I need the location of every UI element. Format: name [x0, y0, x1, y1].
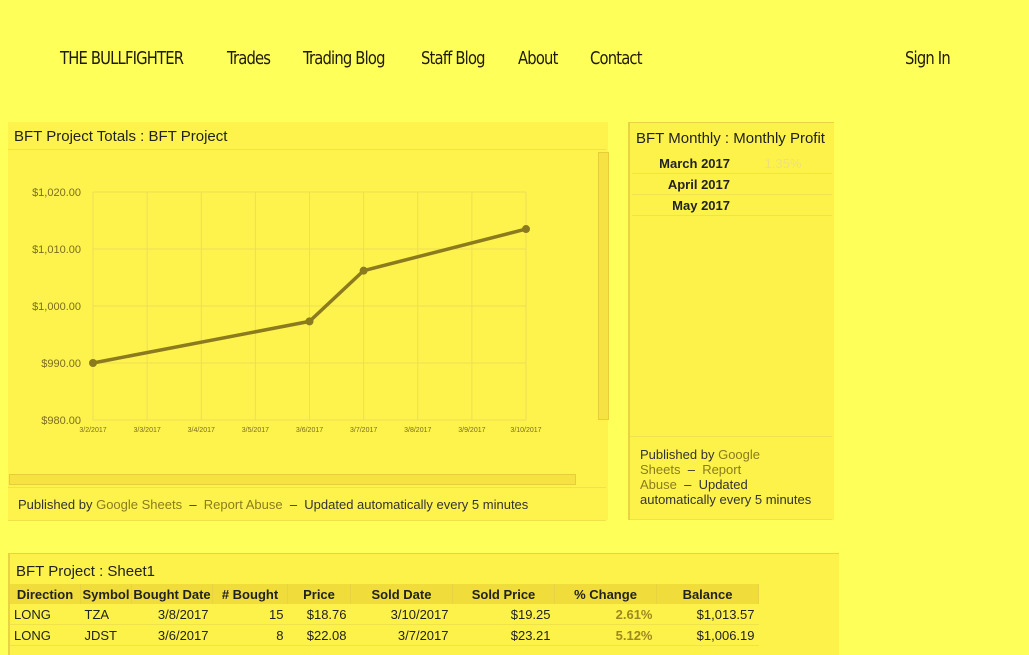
bought-count-cell: 8 — [212, 624, 288, 646]
nav-contact[interactable]: Contact — [590, 48, 643, 69]
x-tick-label: 3/4/2017 — [188, 427, 215, 434]
update-note: Updated automatically every 5 minutes — [304, 497, 529, 512]
sold-price-cell: $23.21 — [452, 624, 555, 646]
column-header[interactable]: Balance — [656, 584, 759, 604]
chart-titlebar: BFT Project Totals : BFT Project — [8, 122, 606, 150]
change-cell: 5.12% — [554, 624, 657, 646]
x-tick-label: 3/6/2017 — [296, 427, 323, 434]
separator: – — [687, 462, 695, 477]
abuse-word: Abuse — [640, 477, 677, 492]
month-cell: May 2017 — [632, 194, 734, 216]
symbol-cell: JDST — [80, 624, 132, 646]
column-header[interactable]: Direction — [10, 584, 81, 604]
symbol-cell: TZA — [80, 604, 132, 625]
separator: – — [189, 497, 197, 512]
sold-date-cell: 3/10/2017 — [350, 604, 453, 625]
column-header[interactable]: Sold Date — [350, 584, 453, 604]
x-tick-label: 3/8/2017 — [404, 427, 431, 434]
sign-in-link[interactable]: Sign In — [905, 48, 951, 69]
report-word: Report — [702, 462, 742, 477]
chart-publish-bar: Published by Google Sheets – Report Abus… — [8, 487, 606, 521]
y-tick-label: $990.00 — [41, 358, 81, 370]
table-row: April 2017 — [632, 173, 832, 195]
price-cell: $18.76 — [287, 604, 351, 625]
profit-cell: 1.35% — [734, 153, 832, 174]
vertical-scrollbar[interactable] — [598, 152, 609, 420]
y-tick-label: $1,010.00 — [32, 244, 81, 256]
x-tick-label: 3/9/2017 — [458, 427, 485, 434]
google-word: Google — [718, 447, 760, 462]
y-tick-label: $980.00 — [41, 415, 81, 427]
update-note: Updated — [698, 477, 748, 492]
sheet-panel-title: BFT Project : Sheet1 — [16, 563, 155, 580]
nav-staff-blog[interactable]: Staff Blog — [421, 48, 486, 69]
nav-trades[interactable]: Trades — [227, 48, 271, 69]
published-by-label: Published by — [640, 447, 715, 462]
column-header[interactable]: Bought Date — [131, 584, 213, 604]
column-header[interactable]: Price — [287, 584, 351, 604]
month-cell: April 2017 — [632, 173, 734, 195]
monthly-embed: BFT Monthly : Monthly Profit March 2017 … — [628, 122, 834, 520]
table-row: March 2017 1.35% — [632, 153, 832, 174]
price-cell: $22.08 — [287, 624, 351, 646]
monthly-table: March 2017 1.35% April 2017 May 2017 — [632, 153, 832, 216]
separator: – — [684, 477, 692, 492]
chart-publish-text: Published by Google Sheets – Report Abus… — [18, 497, 528, 512]
column-header[interactable]: Sold Price — [452, 584, 555, 604]
top-nav: THE BULLFIGHTER Trades Trading Blog Staf… — [0, 44, 1029, 78]
table-row: May 2017 — [632, 194, 832, 216]
brand-link[interactable]: THE BULLFIGHTER — [60, 48, 184, 69]
published-by-label: Published by — [18, 497, 93, 512]
data-point — [305, 317, 314, 326]
month-cell: March 2017 — [632, 153, 734, 174]
chart-panel-title: BFT Project Totals : BFT Project — [14, 128, 228, 145]
chart-embed: BFT Project Totals : BFT Project $980.00… — [8, 122, 609, 521]
separator: – — [289, 497, 298, 512]
report-abuse-link[interactable]: Report Abuse — [204, 497, 283, 512]
profit-cell — [734, 173, 832, 195]
column-header[interactable]: % Change — [554, 584, 657, 604]
bought-count-cell: 15 — [212, 604, 288, 625]
line-chart: $980.00 $990.00 $1,000.00 $1,010.00 $1,020.0… — [32, 187, 542, 434]
balance-cell: $1,006.19 — [656, 624, 759, 646]
x-tick-label: 3/7/2017 — [350, 427, 377, 434]
profit-cell — [734, 194, 832, 216]
horizontal-scrollbar[interactable] — [9, 474, 576, 485]
direction-cell: LONG — [10, 604, 81, 625]
column-header[interactable]: # Bought — [212, 584, 288, 604]
update-note-2: automatically every 5 minutes — [640, 492, 812, 507]
trades-table: Direction Symbol Bought Date # Bought Pr… — [10, 584, 759, 646]
table-row: LONG TZA 3/8/2017 15 $18.76 3/10/2017 $1… — [10, 604, 759, 625]
x-tick-label: 3/2/2017 — [79, 427, 106, 434]
column-header[interactable]: Symbol — [80, 584, 132, 604]
bought-date-cell: 3/6/2017 — [131, 624, 213, 646]
table-header-row: Direction Symbol Bought Date # Bought Pr… — [10, 584, 759, 604]
sheet-embed: BFT Project : Sheet1 Direction Symbol Bo… — [8, 553, 839, 655]
sold-date-cell: 3/7/2017 — [350, 624, 453, 646]
bought-date-cell: 3/8/2017 — [131, 604, 213, 625]
x-tick-label: 3/10/2017 — [510, 427, 541, 434]
nav-about[interactable]: About — [518, 48, 558, 69]
y-tick-label: $1,000.00 — [32, 301, 81, 313]
monthly-panel-title: BFT Monthly : Monthly Profit — [636, 130, 825, 147]
direction-cell: LONG — [10, 624, 81, 646]
balance-cell: $1,013.57 — [656, 604, 759, 625]
x-tick-label: 3/3/2017 — [134, 427, 161, 434]
change-cell: 2.61% — [554, 604, 657, 625]
y-tick-label: $1,020.00 — [32, 187, 81, 199]
data-point — [359, 266, 368, 275]
data-point — [522, 225, 530, 234]
sold-price-cell: $19.25 — [452, 604, 555, 625]
data-point — [89, 359, 97, 367]
nav-trading-blog[interactable]: Trading Blog — [303, 48, 385, 69]
monthly-publish-bar: Published by Google Sheets – Report Abuse … — [630, 436, 832, 520]
sheets-word: Sheets — [640, 462, 681, 477]
monthly-publish-text: Published by Google Sheets – Report Abuse … — [640, 447, 820, 507]
google-sheets-link[interactable]: Google Sheets — [96, 497, 182, 512]
x-tick-label: 3/5/2017 — [242, 427, 269, 434]
table-row: LONG JDST 3/6/2017 8 $22.08 3/7/2017 $23… — [10, 624, 759, 646]
